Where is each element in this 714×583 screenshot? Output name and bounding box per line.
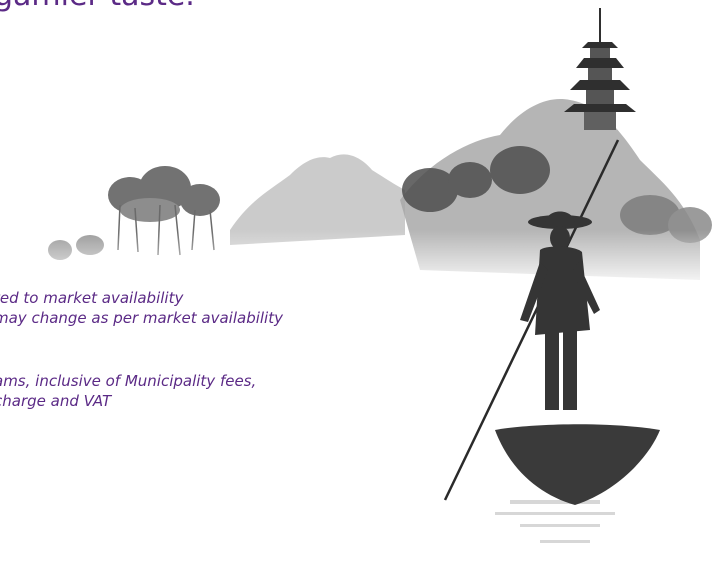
- note-line: may change as per market availability: [0, 309, 283, 327]
- note-line: ams, inclusive of Municipality fees,: [0, 372, 257, 390]
- boat: [495, 424, 660, 505]
- menu-page: gamier taste. ted to market availability…: [0, 0, 714, 583]
- note-line: ted to market availability: [0, 289, 184, 307]
- headline: gamier taste.: [0, 0, 195, 13]
- water-reflection: [495, 500, 615, 543]
- pagoda: [564, 8, 636, 130]
- note-line: charge and VAT: [0, 392, 112, 410]
